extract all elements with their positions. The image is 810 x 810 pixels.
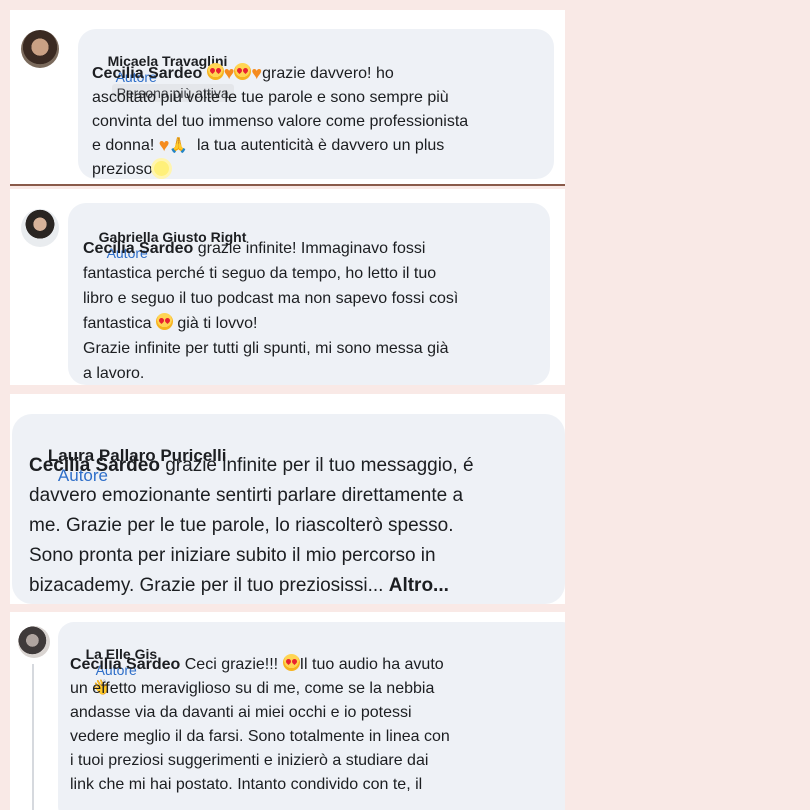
praying-hands-emoji-icon: 🙏 xyxy=(169,137,189,154)
thread-line xyxy=(32,664,34,810)
orange-heart-emoji-icon: ♥ xyxy=(251,63,263,83)
orange-heart-emoji-icon: ♥ xyxy=(158,135,170,155)
heart-eyes-emoji-icon xyxy=(234,63,252,80)
comment-text: Cecilia Sardeo ♥ ♥grazie davvero! ho asco… xyxy=(92,63,469,178)
comment-card-1: Micaela Travaglini Autore Persona più at… xyxy=(10,10,565,186)
sun-emoji-icon xyxy=(154,161,170,176)
divider xyxy=(10,184,565,186)
mention-link[interactable]: Cecilia Sardeo xyxy=(29,455,160,476)
heart-eyes-emoji-icon xyxy=(155,313,173,330)
avatar[interactable] xyxy=(21,209,59,247)
mention-link[interactable]: Cecilia Sardeo xyxy=(83,240,193,257)
comment-text: Cecilia Sardeo grazie infinite! Immagina… xyxy=(83,240,459,382)
avatar[interactable] xyxy=(18,626,50,658)
comment-text: Cecilia Sardeo grazie infinite per il tu… xyxy=(29,455,474,596)
orange-heart-emoji-icon: ♥ xyxy=(223,63,235,83)
comment-card-4: La Elle Gis Autore 👋 Cecilia Sardeo Ceci… xyxy=(10,612,565,810)
see-more-link[interactable]: Altro... xyxy=(389,575,449,596)
heart-eyes-emoji-icon xyxy=(282,654,300,671)
comment-text: Cecilia Sardeo Ceci grazie!!! Il tuo aud… xyxy=(70,654,450,793)
mention-link[interactable]: Cecilia Sardeo xyxy=(70,656,180,673)
comment-card-3: Laura Pallaro Puricelli Autore Cecilia S… xyxy=(10,394,565,604)
avatar[interactable] xyxy=(21,30,59,68)
comment-card-2: Gabriella Giusto Right Autore Cecilia Sa… xyxy=(10,189,565,385)
mention-link[interactable]: Cecilia Sardeo xyxy=(92,65,202,82)
heart-eyes-emoji-icon xyxy=(206,63,224,80)
